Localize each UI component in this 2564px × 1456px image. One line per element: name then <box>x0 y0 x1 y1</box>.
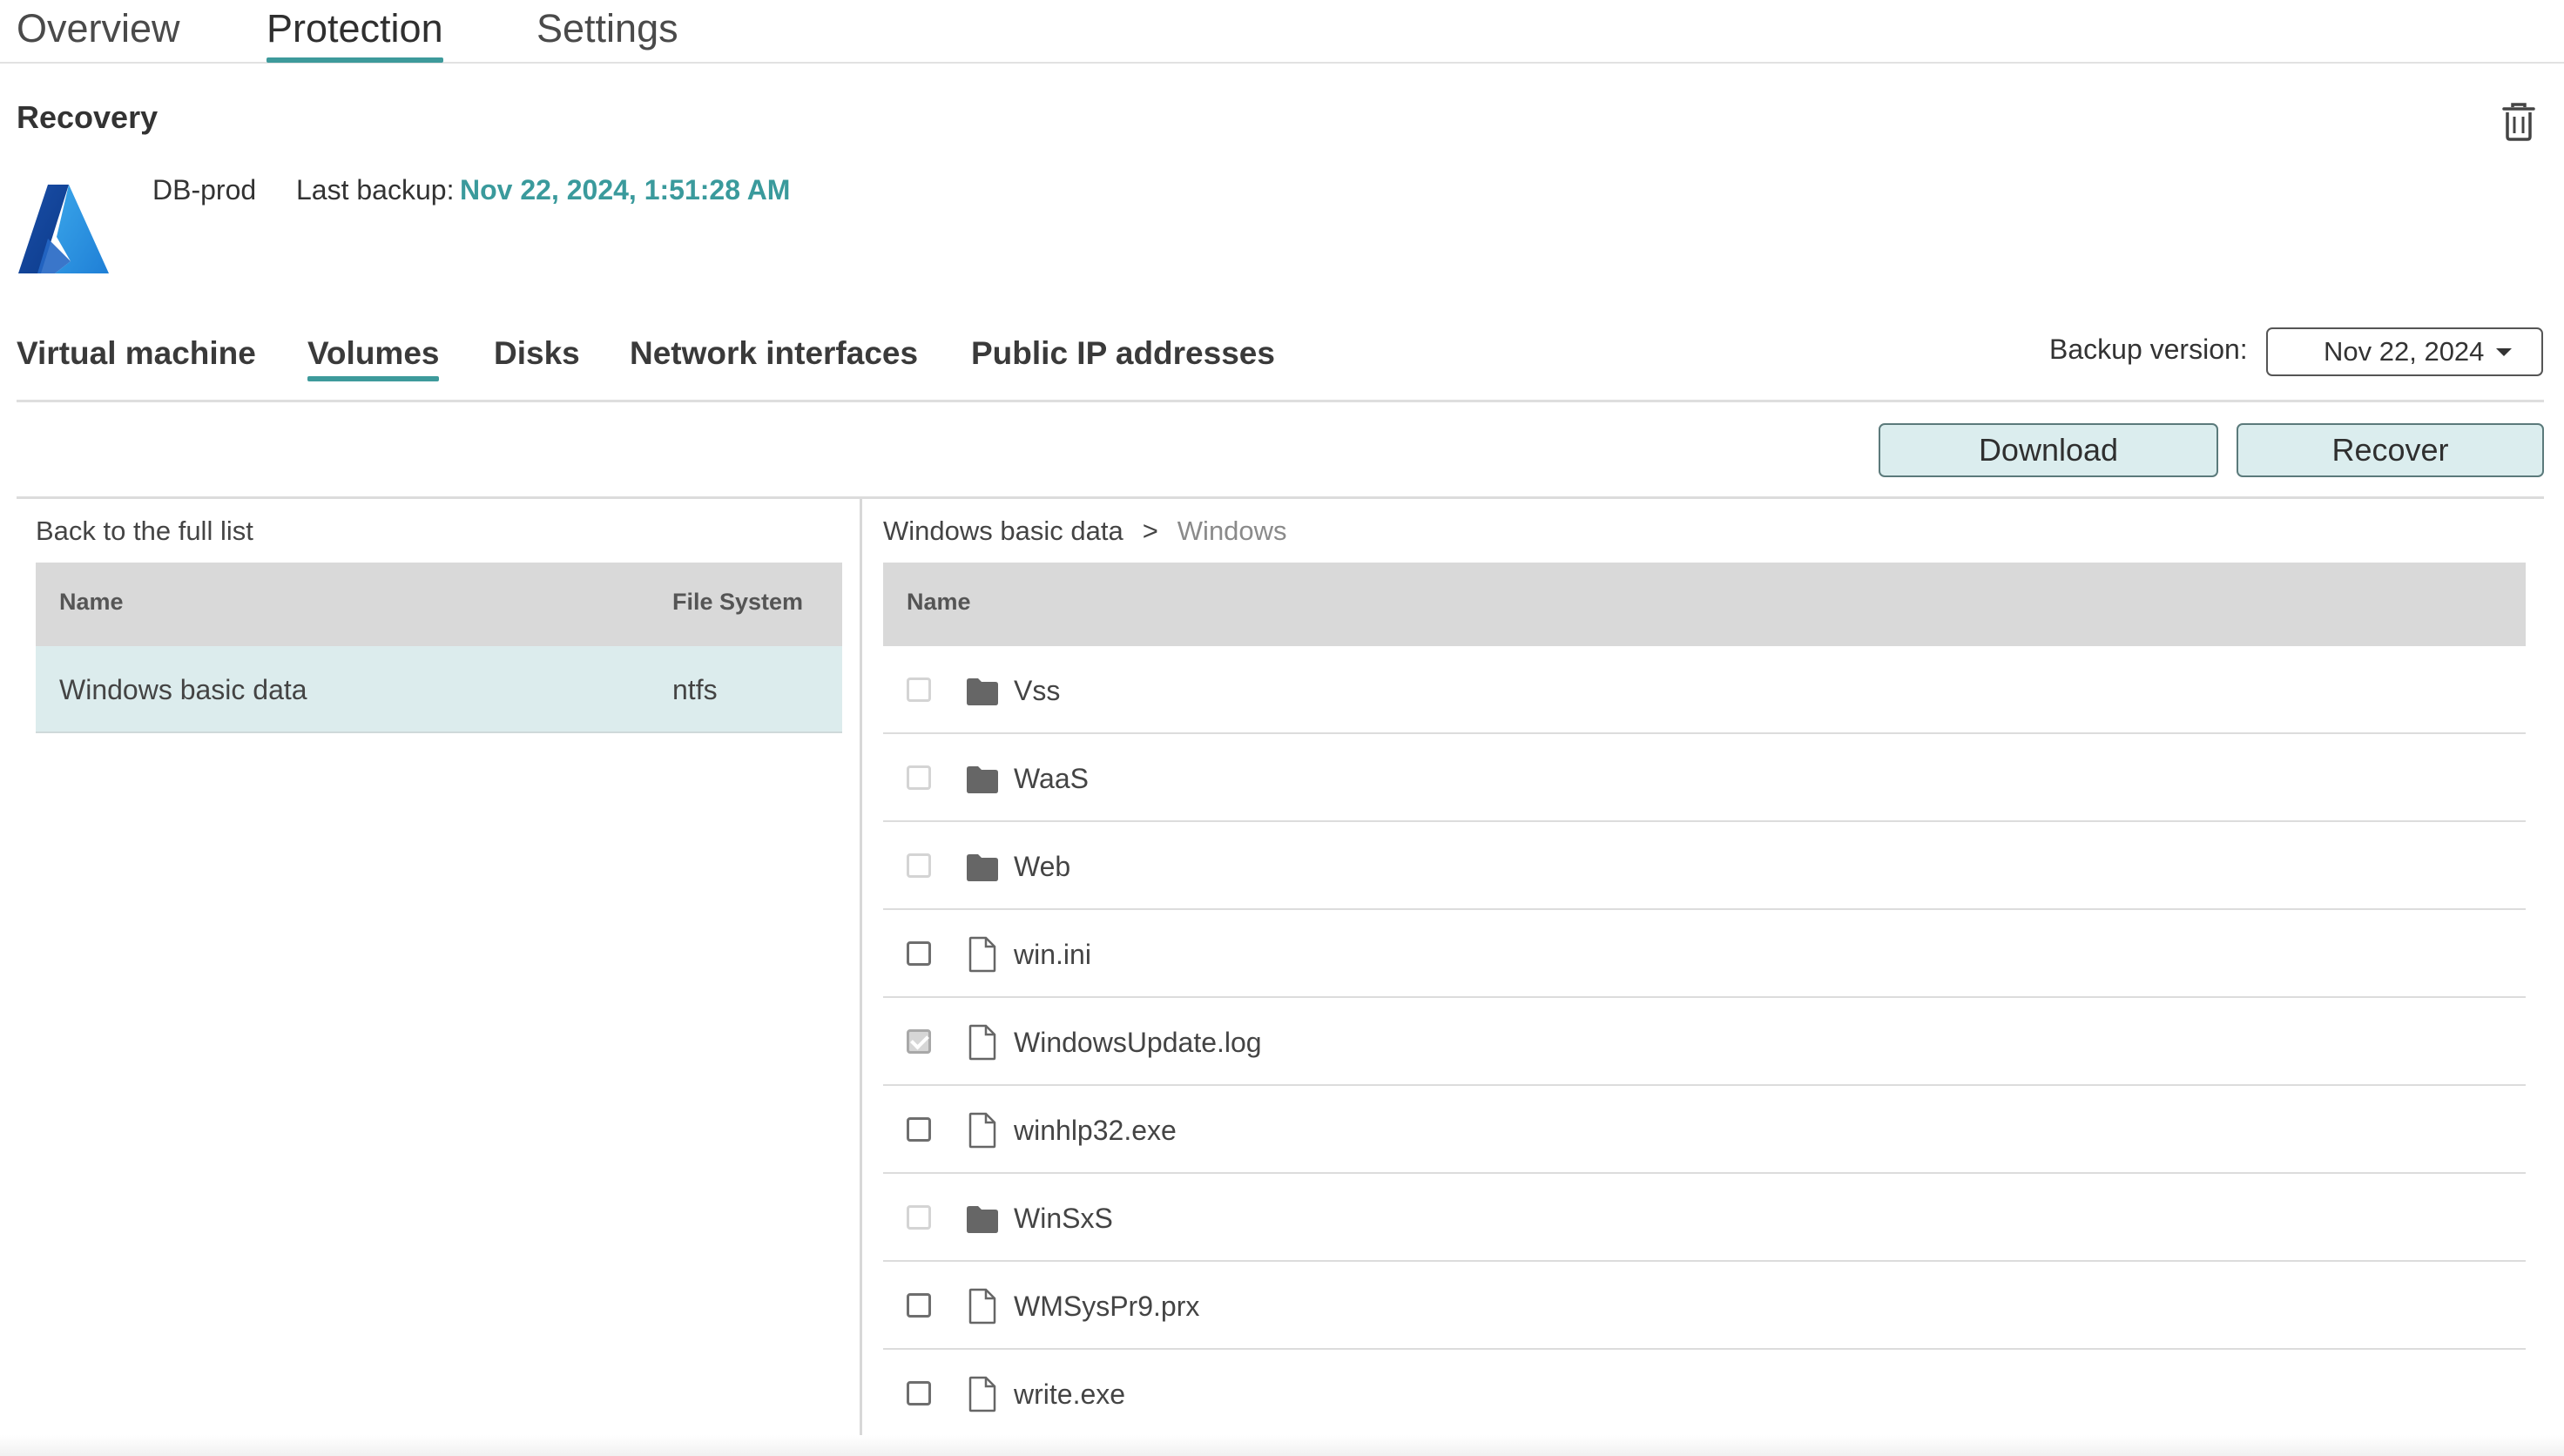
file-row[interactable]: Vss <box>883 646 2526 734</box>
tab-settings[interactable]: Settings <box>536 3 678 61</box>
folder-icon <box>965 848 1000 885</box>
folder-icon <box>965 760 1000 797</box>
file-name[interactable]: WaaS <box>1014 763 1089 795</box>
tab-disks[interactable]: Disks <box>494 331 580 376</box>
tab-public-ip-addresses[interactable]: Public IP addresses <box>971 331 1275 376</box>
breadcrumb-root[interactable]: Windows basic data <box>883 516 1123 546</box>
panel-divider-horizontal <box>17 496 2544 499</box>
volume-row[interactable]: Windows basic data ntfs <box>36 646 842 733</box>
download-button[interactable]: Download <box>1879 423 2218 477</box>
row-checkbox <box>907 1205 931 1230</box>
section-title: Recovery <box>17 99 159 135</box>
file-name: win.ini <box>1014 939 1091 970</box>
azure-logo-icon <box>18 185 109 273</box>
volumes-table-header: Name File System <box>36 563 842 646</box>
file-row[interactable]: win.ini <box>883 910 2526 998</box>
row-checkbox <box>907 853 931 878</box>
row-checkbox[interactable] <box>907 1381 931 1405</box>
row-checkbox[interactable] <box>907 1293 931 1318</box>
recover-button[interactable]: Recover <box>2237 423 2544 477</box>
file-name: WMSysPr9.prx <box>1014 1291 1200 1322</box>
row-checkbox[interactable] <box>907 941 931 966</box>
column-header-file-system[interactable]: File System <box>672 589 803 616</box>
trash-icon[interactable] <box>2501 102 2536 142</box>
file-name: winhlp32.exe <box>1014 1115 1177 1146</box>
row-checkbox <box>907 677 931 702</box>
file-name[interactable]: WinSxS <box>1014 1203 1113 1235</box>
tab-overview[interactable]: Overview <box>17 3 180 61</box>
row-checkbox[interactable] <box>907 1029 931 1054</box>
volume-file-system: ntfs <box>672 674 718 705</box>
file-row[interactable]: winhlp32.exe <box>883 1086 2526 1174</box>
file-name[interactable]: Vss <box>1014 675 1060 707</box>
file-name: write.exe <box>1014 1378 1126 1410</box>
back-to-full-list-link[interactable]: Back to the full list <box>36 516 253 547</box>
volume-name: Windows basic data <box>59 674 307 705</box>
backup-version-value: Nov 22, 2024 <box>2324 336 2485 367</box>
file-name: WindowsUpdate.log <box>1014 1027 1262 1058</box>
tab-network-interfaces[interactable]: Network interfaces <box>630 331 918 376</box>
column-header-name[interactable]: Name <box>907 589 971 616</box>
last-backup-label: Last backup: <box>296 174 455 206</box>
breadcrumb: Windows basic data > Windows <box>883 516 1287 547</box>
breadcrumb-separator: > <box>1142 516 1158 546</box>
last-backup-value: Nov 22, 2024, 1:51:28 AM <box>460 174 791 206</box>
bottom-edge <box>0 1435 2564 1456</box>
file-icon <box>965 1376 1000 1412</box>
column-header-name[interactable]: Name <box>59 589 124 616</box>
file-icon <box>965 1024 1000 1061</box>
file-row[interactable]: WaaS <box>883 734 2526 822</box>
row-checkbox[interactable] <box>907 1117 931 1142</box>
tab-volumes[interactable]: Volumes <box>307 331 440 381</box>
file-icon <box>965 1112 1000 1149</box>
row-checkbox <box>907 765 931 790</box>
file-row[interactable]: WinSxS <box>883 1174 2526 1262</box>
file-row[interactable]: Web <box>883 822 2526 910</box>
top-tab-bar: Overview Protection Settings <box>0 0 2564 64</box>
file-icon <box>965 936 1000 973</box>
file-row[interactable]: write.exe <box>883 1350 2526 1438</box>
file-row[interactable]: WMSysPr9.prx <box>883 1262 2526 1350</box>
tab-protection[interactable]: Protection <box>267 3 443 63</box>
file-row[interactable]: WindowsUpdate.log <box>883 998 2526 1086</box>
breadcrumb-current: Windows <box>1177 516 1287 546</box>
panel-divider-vertical <box>860 499 862 1446</box>
vm-name: DB-prod <box>152 174 257 206</box>
file-icon <box>965 1288 1000 1325</box>
caret-down-icon <box>2496 348 2512 356</box>
backup-version-label: Backup version: <box>2049 334 2248 365</box>
tab-virtual-machine[interactable]: Virtual machine <box>17 331 256 376</box>
file-name[interactable]: Web <box>1014 851 1070 883</box>
folder-icon <box>965 1200 1000 1237</box>
folder-icon <box>965 672 1000 709</box>
files-table-header: Name <box>883 563 2526 646</box>
backup-version-dropdown[interactable]: Nov 22, 2024 <box>2266 327 2543 376</box>
